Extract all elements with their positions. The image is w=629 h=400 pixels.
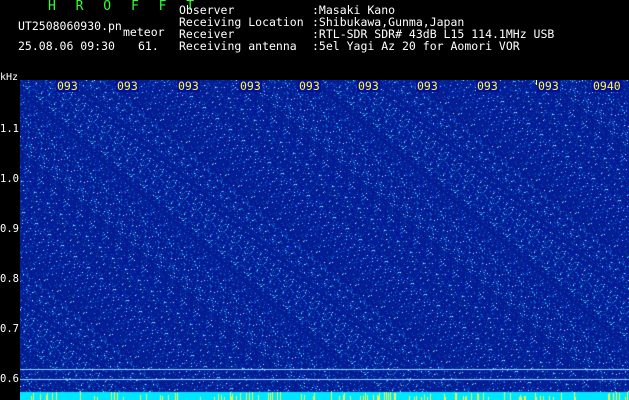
y-tick-label: 1.1 bbox=[0, 123, 19, 135]
y-tick-label: 1.0 bbox=[0, 173, 19, 185]
header-panel: H R O F F T UT2508060930.pn meteor 25.08… bbox=[0, 0, 629, 80]
time-tick-label: 093 bbox=[239, 79, 262, 93]
brand-title: H R O F F T bbox=[48, 0, 201, 14]
time-tick-label: 093 bbox=[357, 79, 380, 93]
antenna-value: :5el Yagi Az 20 for Aomori VOR bbox=[312, 39, 520, 53]
time-tick-label: 0940 bbox=[592, 79, 622, 93]
observation-datetime: 25.08.06 09:30 bbox=[18, 39, 115, 53]
detection-value: 61. bbox=[138, 39, 159, 53]
y-tick-label: 0.7 bbox=[0, 323, 19, 335]
spectrogram-display bbox=[20, 80, 629, 400]
meteor-tag: meteor bbox=[123, 25, 165, 39]
time-tick-label: 093 bbox=[537, 79, 560, 93]
time-tick-label: 093 bbox=[476, 79, 499, 93]
time-tick-label: 093 bbox=[177, 79, 200, 93]
y-tick-label: 0.8 bbox=[0, 273, 19, 285]
time-tick-label: 093 bbox=[116, 79, 139, 93]
antenna-label: Receiving antenna bbox=[179, 39, 297, 53]
image-filename: UT2508060930.pn bbox=[18, 19, 122, 33]
frequency-axis: 1.1 1.0 0.9 0.8 0.7 0.6 bbox=[0, 80, 20, 400]
time-tick-label: 093 bbox=[56, 79, 79, 93]
y-tick-label: 0.9 bbox=[0, 223, 19, 235]
y-tick-label: 0.6 bbox=[0, 373, 19, 385]
time-tick-label: 093 bbox=[416, 79, 439, 93]
time-tick-label: 093 bbox=[298, 79, 321, 93]
